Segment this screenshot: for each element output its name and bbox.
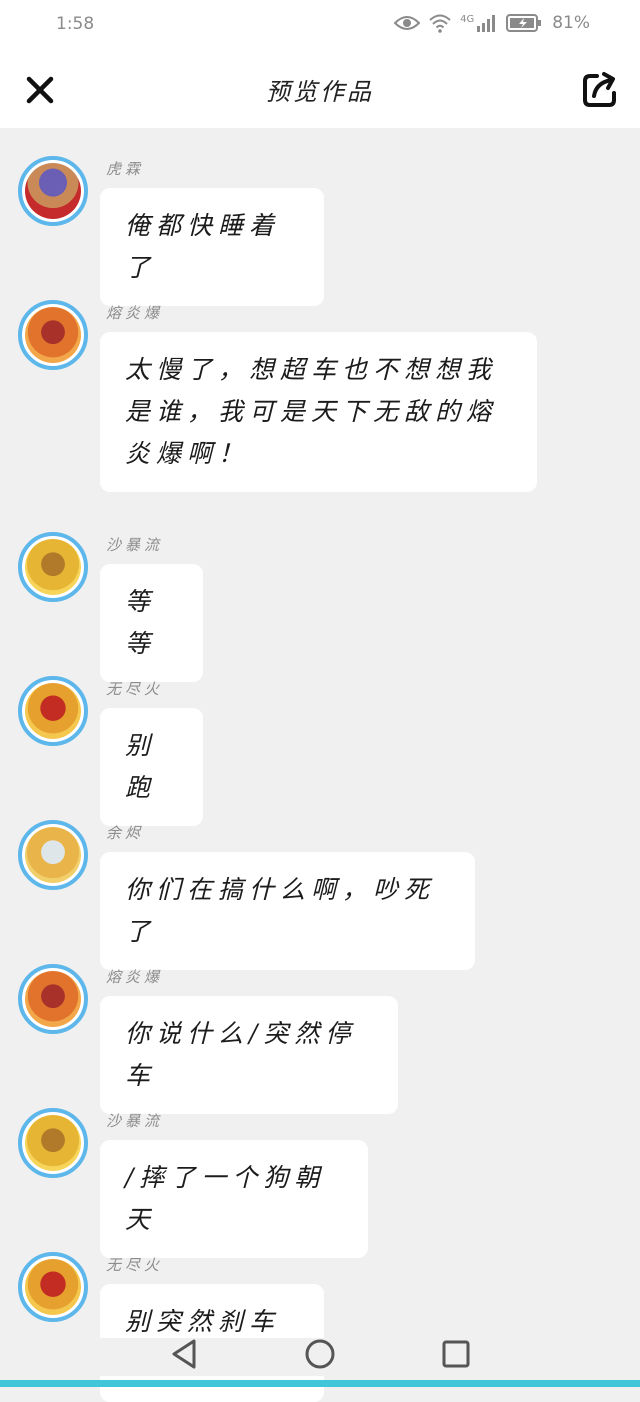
battery-percent: 81%: [552, 13, 590, 33]
home-button[interactable]: [304, 1338, 336, 1370]
back-button[interactable]: [168, 1338, 200, 1370]
recents-square-icon: [442, 1340, 470, 1368]
signal-icon: [477, 15, 496, 32]
message-bubble: 俺都快睡着了: [100, 188, 324, 306]
avatar[interactable]: [18, 1252, 88, 1322]
message-bubble: 你说什么/突然停车: [100, 996, 398, 1114]
message-bubble: 你们在搞什么啊，吵死了: [100, 852, 475, 970]
network-type: 4G: [460, 13, 475, 25]
status-bar: 1:58 4G 81%: [0, 0, 640, 52]
battery-icon: [506, 14, 542, 32]
sender-name: 熔炎爆: [106, 968, 164, 986]
wifi-icon: [429, 14, 451, 33]
avatar[interactable]: [18, 676, 88, 746]
recents-button[interactable]: [440, 1338, 472, 1370]
message-bubble: 别跑: [100, 708, 203, 826]
avatar[interactable]: [18, 156, 88, 226]
sender-name: 无尽火: [106, 680, 164, 698]
share-button[interactable]: [580, 70, 620, 110]
eye-icon: [394, 16, 421, 30]
sender-name: 沙暴流: [106, 536, 164, 554]
avatar[interactable]: [18, 532, 88, 602]
back-triangle-icon: [172, 1339, 196, 1369]
bottom-accent-bar: [0, 1380, 640, 1387]
sender-name: 无尽火: [106, 1256, 164, 1274]
chat-list[interactable]: 虎霖 俺都快睡着了 熔炎爆 太慢了，想超车也不想想我是谁，我可是天下无敌的熔炎爆…: [0, 128, 640, 1402]
status-time: 1:58: [56, 14, 95, 34]
message-bubble: /摔了一个狗朝天: [100, 1140, 368, 1258]
share-icon: [583, 72, 616, 107]
message-bubble: 等等: [100, 564, 203, 682]
page-title: 预览作品: [266, 78, 374, 106]
message-bubble: 太慢了，想超车也不想想我是谁，我可是天下无敌的熔炎爆啊！: [100, 332, 537, 492]
home-circle-icon: [305, 1339, 335, 1369]
status-icons: 4G 81%: [394, 13, 590, 33]
avatar[interactable]: [18, 964, 88, 1034]
sender-name: 虎霖: [106, 160, 145, 178]
avatar[interactable]: [18, 1108, 88, 1178]
app-header: 预览作品: [0, 52, 640, 128]
sender-name: 熔炎爆: [106, 304, 164, 322]
avatar[interactable]: [18, 820, 88, 890]
system-nav-bar: [0, 1338, 640, 1376]
sender-name: 沙暴流: [106, 1112, 164, 1130]
avatar[interactable]: [18, 300, 88, 370]
sender-name: 余烬: [106, 824, 145, 842]
